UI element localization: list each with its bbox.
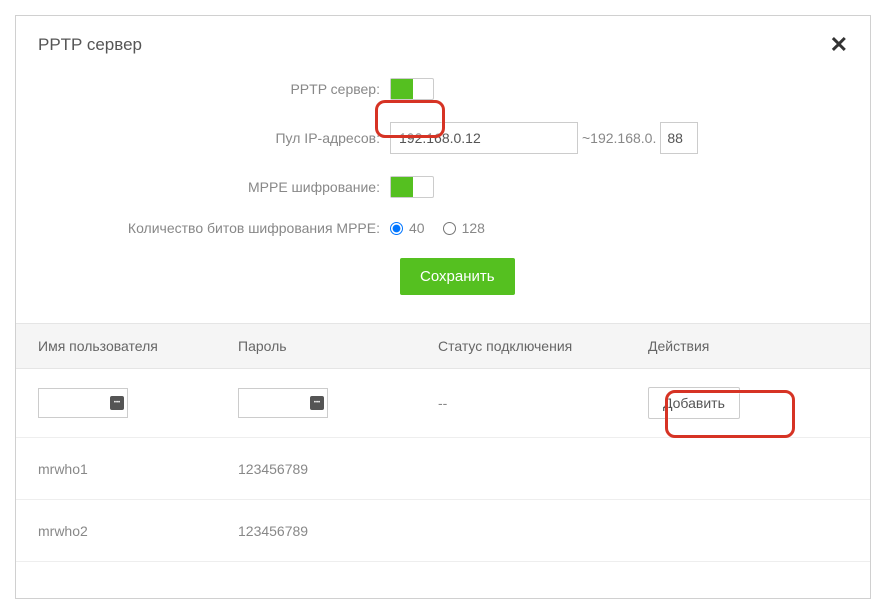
radio-40-input[interactable] [390, 222, 403, 235]
pptp-server-modal: PPTP сервер ✕ PPTP сервер: Пул IP-адресо… [15, 15, 871, 599]
radio-group-bits: 40 128 [390, 220, 485, 236]
label-ip-pool: Пул IP-адресов: [38, 130, 390, 146]
save-button[interactable]: Сохранить [400, 258, 515, 295]
th-username: Имя пользователя [38, 338, 238, 354]
ip-pool-end-input[interactable] [660, 122, 698, 154]
form-area: PPTP сервер: Пул IP-адресов: ~192.168.0.… [16, 78, 870, 295]
radio-40[interactable]: 40 [390, 220, 425, 236]
label-pptp-server: PPTP сервер: [38, 81, 390, 97]
table-row: mrwho2 123456789 [16, 500, 870, 562]
th-actions: Действия [648, 338, 848, 354]
table-row-new: -- Добавить [16, 369, 870, 438]
modal-title: PPTP сервер [38, 35, 142, 55]
cell-username: mrwho1 [38, 461, 238, 477]
keyboard-icon[interactable] [110, 396, 124, 410]
radio-128[interactable]: 128 [443, 220, 485, 236]
add-button[interactable]: Добавить [648, 387, 740, 419]
table-row: mrwho1 123456789 [16, 438, 870, 500]
row-pptp-server: PPTP сервер: [38, 78, 848, 100]
label-bits: Количество битов шифрования MPPE: [38, 220, 390, 236]
radio-40-label: 40 [409, 220, 425, 236]
new-status: -- [438, 395, 648, 411]
cell-password: 123456789 [238, 523, 438, 539]
modal-header: PPTP сервер ✕ [16, 16, 870, 78]
close-icon[interactable]: ✕ [830, 34, 848, 56]
radio-128-label: 128 [462, 220, 485, 236]
save-row: Сохранить [38, 258, 848, 295]
ip-pool-prefix-text: ~192.168.0. [582, 130, 656, 146]
cell-password: 123456789 [238, 461, 438, 477]
row-ip-pool: Пул IP-адресов: ~192.168.0. [38, 122, 848, 154]
radio-128-input[interactable] [443, 222, 456, 235]
row-bits: Количество битов шифрования MPPE: 40 128 [38, 220, 848, 236]
label-mppe: MPPE шифрование: [38, 179, 390, 195]
toggle-mppe[interactable] [390, 176, 434, 198]
cell-username: mrwho2 [38, 523, 238, 539]
row-mppe: MPPE шифрование: [38, 176, 848, 198]
users-table: Имя пользователя Пароль Статус подключен… [16, 323, 870, 562]
th-password: Пароль [238, 338, 438, 354]
th-status: Статус подключения [438, 338, 648, 354]
table-header: Имя пользователя Пароль Статус подключен… [16, 323, 870, 369]
toggle-pptp-server[interactable] [390, 78, 434, 100]
keyboard-icon[interactable] [310, 396, 324, 410]
ip-pool-start-input[interactable] [390, 122, 578, 154]
